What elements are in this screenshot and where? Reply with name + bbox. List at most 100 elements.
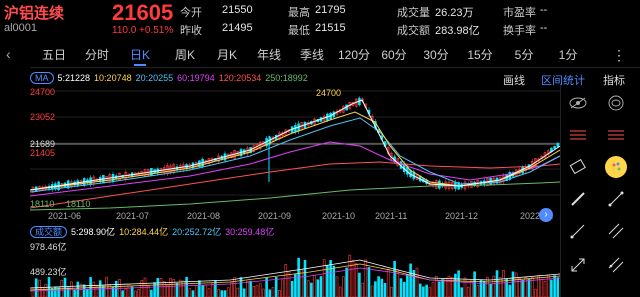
volume-bar — [434, 276, 438, 297]
volume-bar — [489, 283, 492, 297]
tab-daily-k[interactable]: 日K — [116, 44, 164, 66]
tab-5min[interactable]: 5分 — [502, 44, 546, 66]
ma-selector[interactable]: MA — [30, 72, 54, 84]
volume-bar — [521, 279, 524, 297]
volume-bar — [338, 286, 342, 297]
volume-bar — [310, 282, 313, 297]
volume-bar — [479, 279, 483, 297]
volume-bar — [217, 289, 220, 297]
volume-bar — [326, 265, 329, 297]
volume-bar — [415, 267, 419, 297]
volume-bar — [236, 287, 240, 297]
volume-bars — [31, 254, 560, 297]
lines-icon[interactable] — [567, 124, 589, 146]
volume-bar — [130, 286, 134, 297]
line-tool-icon[interactable] — [605, 188, 627, 210]
candlestick-chart[interactable] — [30, 86, 560, 212]
tab-intraday[interactable]: 分时 — [78, 44, 116, 66]
turnover-value: 283.98亿 — [435, 25, 480, 37]
volume-chart[interactable] — [30, 238, 560, 297]
volume-bar — [220, 290, 224, 297]
volume-bar — [332, 265, 336, 297]
volume-bar — [370, 285, 374, 297]
volume-bar — [66, 287, 70, 297]
ray-icon[interactable] — [567, 220, 589, 242]
eye-off-icon[interactable] — [605, 92, 627, 114]
volume-bar — [191, 290, 195, 297]
collapse-arrow-icon[interactable]: ‹ — [6, 46, 11, 62]
tab-5day[interactable]: 五日 — [30, 44, 78, 66]
channel-icon[interactable] — [605, 254, 627, 276]
tab-monthly-k[interactable]: 月K — [206, 44, 248, 66]
volume-bar — [210, 283, 214, 297]
low-label: 最低 — [288, 25, 310, 37]
volume-bar — [514, 272, 518, 297]
low-value: 21515 — [315, 22, 346, 34]
tab-weekly-k[interactable]: 周K — [164, 44, 206, 66]
jump-latest-icon[interactable]: › — [539, 208, 553, 222]
ma20-legend: 20:20255 — [135, 73, 174, 83]
expand-icon[interactable] — [567, 254, 589, 276]
volume-bar — [137, 289, 140, 297]
volume-bar — [540, 279, 544, 297]
volume-bar — [114, 280, 118, 297]
volume-bar — [428, 287, 432, 297]
volume-bar — [457, 270, 460, 297]
volume-bar — [124, 288, 128, 297]
ma250-legend: 250:18992 — [265, 73, 308, 83]
volume-bar — [223, 290, 227, 297]
tab-30min[interactable]: 30分 — [414, 44, 458, 66]
tab-quarterly[interactable]: 季线 — [290, 44, 334, 66]
pe-value: -- — [540, 4, 548, 16]
volume-bar — [274, 277, 278, 297]
eraser-icon[interactable] — [567, 156, 589, 178]
toolbar-divider — [560, 86, 561, 297]
prev-close-value: 21495 — [222, 22, 253, 34]
open-label: 今开 — [180, 7, 202, 19]
parallel-icon[interactable] — [605, 220, 627, 242]
lines-red-icon[interactable] — [605, 124, 627, 146]
volume-indicator-selector[interactable]: 成交额 — [30, 225, 68, 238]
volume-bar — [31, 287, 35, 297]
more-options-icon[interactable]: ⋮ — [604, 44, 634, 66]
volume-bar — [329, 260, 332, 297]
volume-bar — [406, 274, 409, 297]
pen-icon[interactable] — [567, 188, 589, 210]
volume-bar — [537, 275, 540, 297]
tab-1min[interactable]: 1分 — [546, 44, 590, 66]
volume-bar — [438, 281, 441, 297]
date-label: 2021-11 — [375, 211, 408, 221]
instrument-code: al0001 — [4, 22, 38, 34]
tab-yearly[interactable]: 年线 — [248, 44, 290, 66]
volume-bar — [242, 288, 246, 297]
date-label: 2021-09 — [258, 211, 292, 221]
indicator-button[interactable]: 指标 — [603, 72, 625, 88]
volume-bar — [140, 280, 144, 297]
palette-icon[interactable] — [605, 156, 627, 178]
volume-bar — [194, 285, 198, 297]
turnover-rate-value: -- — [540, 22, 548, 34]
volume-bar — [50, 288, 54, 297]
tab-15min[interactable]: 15分 — [458, 44, 502, 66]
volume-bar — [502, 270, 505, 297]
ma60-legend: 60:19794 — [177, 73, 215, 83]
eye-icon[interactable] — [567, 92, 589, 114]
tab-120min[interactable]: 120分 — [334, 44, 374, 66]
volume-bar — [313, 274, 316, 297]
volume-bar — [249, 280, 252, 297]
volume-bar — [367, 267, 371, 297]
volume-bar — [169, 277, 172, 297]
volume-bar — [505, 278, 508, 297]
volume-legend: 成交额 5:298.90亿 10:284.44亿 20:252.72亿 30:2… — [30, 225, 274, 238]
volume-bar — [402, 281, 406, 297]
volume-bar — [425, 284, 428, 297]
volume-bar — [284, 263, 288, 297]
volume-bar — [454, 273, 457, 297]
date-label: 2021-12 — [445, 211, 479, 221]
volume-bar — [546, 274, 550, 297]
volume-bar — [159, 278, 163, 297]
volume-bar — [108, 284, 112, 297]
volume-bar — [38, 279, 41, 297]
volume-bar — [345, 267, 348, 297]
tab-60min[interactable]: 60分 — [374, 44, 414, 66]
